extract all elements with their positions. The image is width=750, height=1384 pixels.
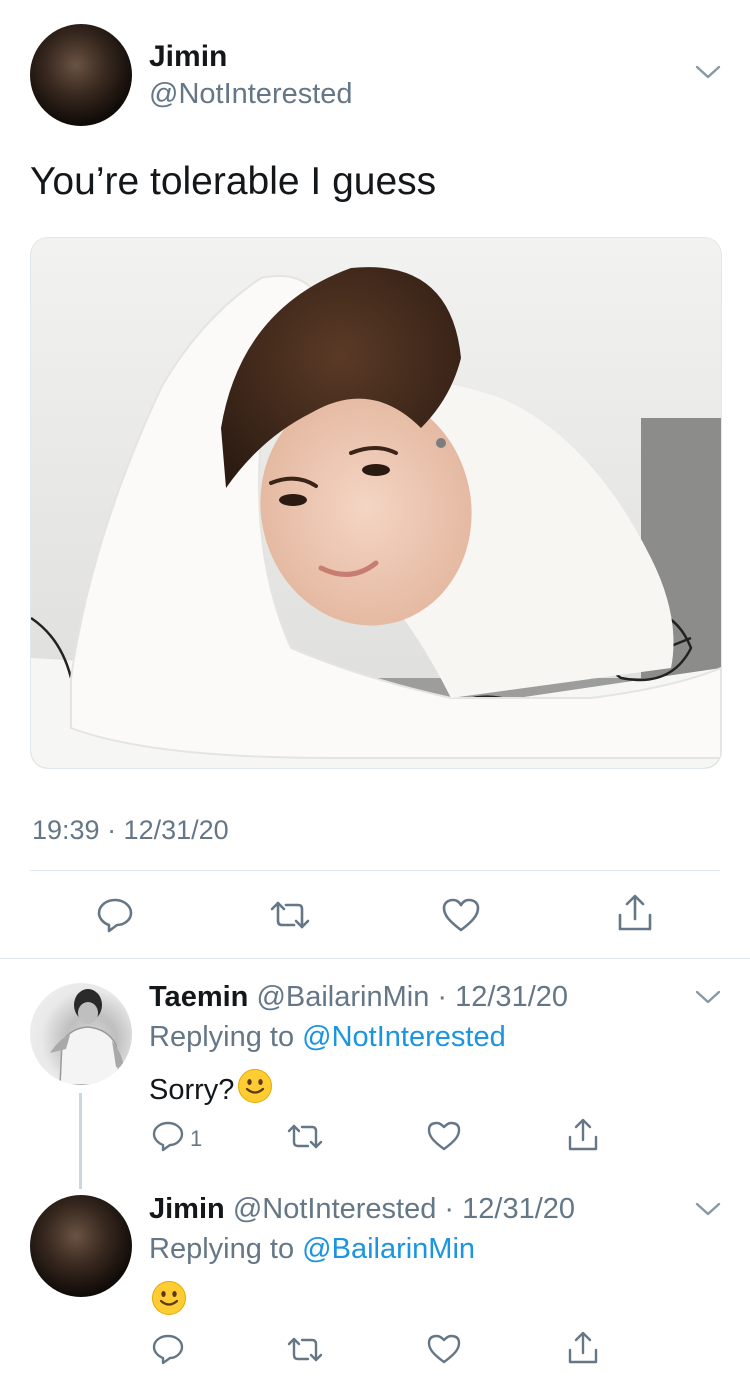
reply-count: 1 — [190, 1126, 203, 1151]
stats-divider — [30, 870, 720, 871]
retweet-icon[interactable] — [285, 1335, 325, 1365]
reply-date[interactable]: · 12/31/20 — [437, 981, 568, 1013]
reply-date[interactable]: · 12/31/20 — [444, 1193, 575, 1225]
reply-author-name[interactable]: Taemin — [149, 981, 248, 1013]
reply-author-name[interactable]: Jimin — [149, 1193, 225, 1225]
reply-avatar[interactable] — [30, 1195, 132, 1297]
reply-text: Sorry? — [149, 1073, 235, 1106]
smile-emoji-icon — [151, 1280, 187, 1321]
author-handle[interactable]: @NotInterested — [149, 78, 353, 111]
reply-text-line: Sorry? — [149, 1068, 273, 1112]
retweet-icon[interactable] — [268, 899, 312, 931]
author-name[interactable]: Jimin — [149, 40, 227, 74]
reply-author-handle[interactable]: @NotInterested — [233, 1193, 437, 1225]
section-divider — [0, 958, 750, 959]
tweet-timestamp[interactable]: 19:39 · 12/31/20 — [32, 815, 229, 846]
share-icon[interactable] — [566, 1117, 600, 1153]
thread-line — [79, 1093, 82, 1189]
reply-header: Jimin @NotInterested · 12/31/20 — [149, 1193, 575, 1226]
share-icon[interactable] — [566, 1330, 600, 1366]
heart-icon[interactable] — [441, 897, 481, 933]
reply-avatar[interactable] — [30, 983, 132, 1085]
replying-to-line: Replying to @NotInterested — [149, 1021, 506, 1054]
chevron-down-icon[interactable] — [694, 62, 722, 82]
replying-to-link[interactable]: @BailarinMin — [302, 1233, 475, 1265]
tweet-text: You’re tolerable I guess — [30, 160, 437, 203]
reply-icon[interactable] — [151, 1120, 185, 1152]
reply-header: Taemin @BailarinMin · 12/31/20 — [149, 981, 568, 1014]
reply-icon[interactable] — [151, 1333, 185, 1365]
tweet-photo[interactable] — [30, 237, 722, 769]
chevron-down-icon[interactable] — [694, 1199, 722, 1219]
author-avatar[interactable] — [30, 24, 132, 126]
heart-icon[interactable] — [426, 1120, 462, 1152]
replying-to-label: Replying to — [149, 1233, 295, 1265]
heart-icon[interactable] — [426, 1333, 462, 1365]
chevron-down-icon[interactable] — [694, 987, 722, 1007]
replying-to-link[interactable]: @NotInterested — [302, 1021, 506, 1053]
reply-author-handle[interactable]: @BailarinMin — [256, 981, 429, 1013]
replying-to-label: Replying to — [149, 1021, 295, 1053]
share-icon[interactable] — [616, 893, 654, 933]
reply-icon[interactable] — [96, 897, 134, 933]
retweet-icon[interactable] — [285, 1122, 325, 1152]
replying-to-line: Replying to @BailarinMin — [149, 1233, 475, 1266]
smile-emoji-icon — [237, 1068, 273, 1112]
